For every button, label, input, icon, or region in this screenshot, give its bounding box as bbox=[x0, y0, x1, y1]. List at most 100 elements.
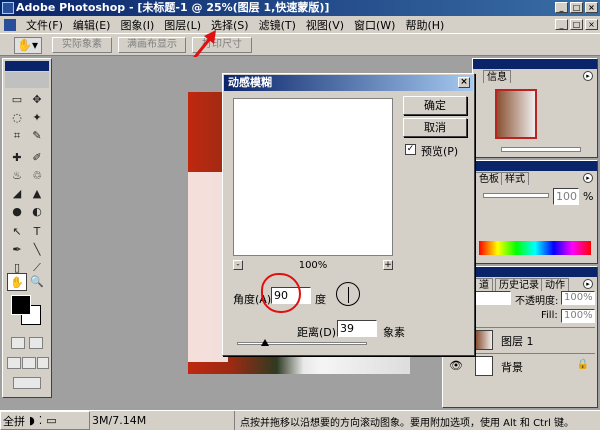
color-panel-menu-arrow-icon[interactable]: ▸ bbox=[583, 173, 593, 183]
stamp-tool-icon[interactable]: ♨ bbox=[7, 167, 27, 185]
zoom-in-button[interactable]: + bbox=[383, 260, 393, 270]
tab-actions[interactable]: 动作 bbox=[541, 278, 569, 291]
slice-tool-icon[interactable]: ✎ bbox=[27, 127, 47, 145]
layer-thumbnail bbox=[475, 330, 493, 350]
preview-checkbox[interactable]: ✓ bbox=[405, 144, 416, 155]
marquee-tool-icon[interactable]: ▭ bbox=[7, 91, 27, 109]
tab-channels[interactable]: 道 bbox=[475, 278, 493, 291]
tab-swatches[interactable]: 色板 bbox=[475, 172, 503, 185]
color-panel-header bbox=[473, 161, 597, 171]
opacity-field[interactable]: 100% bbox=[561, 291, 595, 305]
move-tool-icon[interactable]: ✥ bbox=[27, 91, 47, 109]
history-brush-tool-icon[interactable]: ♲ bbox=[27, 167, 47, 185]
tab-styles[interactable]: 样式 bbox=[501, 172, 529, 185]
filter-preview[interactable] bbox=[233, 98, 393, 256]
blend-mode-select[interactable] bbox=[475, 291, 511, 305]
menu-filter[interactable]: 滤镜(T) bbox=[259, 17, 296, 33]
status-hint: 点按并拖移以沿想要的方向滚动图象。要用附加选项，使用 Alt 和 Ctrl 键。 bbox=[240, 418, 575, 429]
distance-slider[interactable] bbox=[237, 339, 367, 346]
actual-pixels-button[interactable]: 实际象素 bbox=[52, 37, 112, 53]
ime-halfwidth-icon[interactable]: ◗ bbox=[29, 414, 35, 427]
zoom-tool-icon[interactable]: 🔍 bbox=[27, 273, 47, 291]
foreground-color-swatch[interactable] bbox=[11, 295, 31, 315]
standard-mode-icon[interactable] bbox=[11, 337, 25, 349]
minimize-button[interactable]: _ bbox=[555, 2, 568, 13]
paint-bucket-tool-icon[interactable]: ▲ bbox=[27, 185, 47, 203]
ime-input-mode[interactable]: 全拼 bbox=[3, 413, 25, 429]
jump-to-imageready-icon[interactable] bbox=[13, 377, 41, 389]
screen-mode-full-icon[interactable] bbox=[37, 357, 49, 369]
tab-history[interactable]: 历史记录 bbox=[495, 278, 543, 291]
lock-icon: 🔒 bbox=[576, 359, 589, 370]
eraser-tool-icon[interactable]: ◢ bbox=[7, 185, 27, 203]
ime-punctuation-icon[interactable]: ⁚ bbox=[39, 414, 43, 427]
zoom-out-button[interactable]: - bbox=[233, 260, 243, 270]
hand-tool-icon[interactable]: ✋ bbox=[7, 273, 27, 291]
toolbox-header bbox=[5, 61, 49, 71]
ime-toolbar: 全拼 ◗ ⁚ ▭ bbox=[0, 411, 90, 430]
line-tool-icon[interactable]: ╲ bbox=[27, 241, 47, 259]
screen-mode-menubar-icon[interactable] bbox=[22, 357, 36, 369]
quick-mask-mode-icon[interactable] bbox=[29, 337, 43, 349]
crop-tool-icon[interactable]: ⌗ bbox=[7, 127, 27, 145]
brush-tool-icon[interactable]: ✐ bbox=[27, 149, 47, 167]
visibility-eye-icon[interactable]: 👁 bbox=[449, 359, 463, 372]
doc-restore-button[interactable]: □ bbox=[570, 19, 583, 30]
photoshop-logo-icon bbox=[2, 2, 14, 14]
ime-keyboard-icon[interactable]: ▭ bbox=[46, 414, 56, 427]
close-button[interactable]: × bbox=[585, 2, 598, 13]
healing-brush-tool-icon[interactable]: ✚ bbox=[7, 149, 27, 167]
status-divider bbox=[234, 411, 235, 430]
panel-menu-arrow-icon[interactable]: ▸ bbox=[583, 71, 593, 81]
doc-close-button[interactable]: × bbox=[585, 19, 598, 30]
color-value-unit: % bbox=[583, 190, 594, 203]
color-ramp[interactable] bbox=[479, 241, 591, 255]
layers-panel-menu-arrow-icon[interactable]: ▸ bbox=[583, 279, 593, 289]
angle-dial-needle bbox=[348, 287, 349, 303]
menu-file[interactable]: 文件(F) bbox=[26, 17, 63, 33]
menu-help[interactable]: 帮助(H) bbox=[405, 17, 444, 33]
lasso-tool-icon[interactable]: ◌ bbox=[7, 109, 27, 127]
menu-edit[interactable]: 编辑(E) bbox=[73, 17, 111, 33]
opacity-label: 不透明度: bbox=[515, 296, 559, 307]
navigator-zoom-slider[interactable] bbox=[501, 147, 581, 152]
dodge-tool-icon[interactable]: ◐ bbox=[27, 203, 47, 221]
maximize-button[interactable]: □ bbox=[570, 2, 583, 13]
fill-label: Fill: bbox=[541, 310, 558, 321]
dialog-title: 动感模糊 × bbox=[224, 75, 473, 91]
color-value-field[interactable]: 100 bbox=[553, 188, 579, 205]
dialog-close-button[interactable]: × bbox=[458, 77, 470, 88]
blur-tool-icon[interactable]: ● bbox=[7, 203, 27, 221]
menu-window[interactable]: 窗口(W) bbox=[354, 17, 395, 33]
layer-thumbnail bbox=[475, 356, 493, 376]
navigator-thumbnail[interactable] bbox=[495, 89, 537, 139]
menu-image[interactable]: 图象(I) bbox=[120, 17, 154, 33]
distance-field[interactable]: 39 bbox=[337, 320, 377, 337]
type-tool-icon[interactable]: T bbox=[27, 223, 47, 241]
app-titlebar: Adobe Photoshop - [未标题-1 @ 25%(图层 1,快速蒙版… bbox=[0, 0, 600, 16]
cancel-button[interactable]: 取消 bbox=[403, 118, 467, 137]
layer-name: 图层 1 bbox=[501, 335, 534, 348]
distance-unit: 象素 bbox=[383, 326, 405, 339]
angle-dial[interactable] bbox=[336, 282, 360, 306]
fill-field[interactable]: 100% bbox=[561, 309, 595, 323]
distance-slider-knob[interactable] bbox=[261, 339, 269, 346]
toolbox: ▭ ✥ ◌ ✦ ⌗ ✎ ✚ ✐ ♨ ♲ ◢ ▲ ● ◐ ↖ T ✒ ╲ ▯ ⟋ … bbox=[2, 58, 52, 398]
pen-tool-icon[interactable]: ✒ bbox=[7, 241, 27, 259]
magic-wand-tool-icon[interactable]: ✦ bbox=[27, 109, 47, 127]
color-slider[interactable] bbox=[483, 193, 549, 198]
ok-button[interactable]: 确定 bbox=[403, 96, 467, 115]
preview-label: 预览(P) bbox=[421, 145, 459, 158]
doc-minimize-button[interactable]: _ bbox=[555, 19, 568, 30]
toolbox-logo-icon bbox=[5, 72, 49, 88]
menu-view[interactable]: 视图(V) bbox=[306, 17, 344, 33]
hand-tool-preset-icon[interactable]: ✋▾ bbox=[14, 37, 42, 54]
window-controls: _ □ × bbox=[555, 2, 598, 13]
zoom-level: 100% bbox=[298, 260, 328, 271]
annotation-circle-icon bbox=[261, 273, 301, 313]
angle-unit: 度 bbox=[315, 293, 326, 306]
tab-info[interactable]: 信息 bbox=[483, 70, 511, 83]
path-selection-tool-icon[interactable]: ↖ bbox=[7, 223, 27, 241]
screen-mode-standard-icon[interactable] bbox=[7, 357, 21, 369]
layer-row[interactable]: 👁 背景 🔒 bbox=[445, 353, 595, 377]
